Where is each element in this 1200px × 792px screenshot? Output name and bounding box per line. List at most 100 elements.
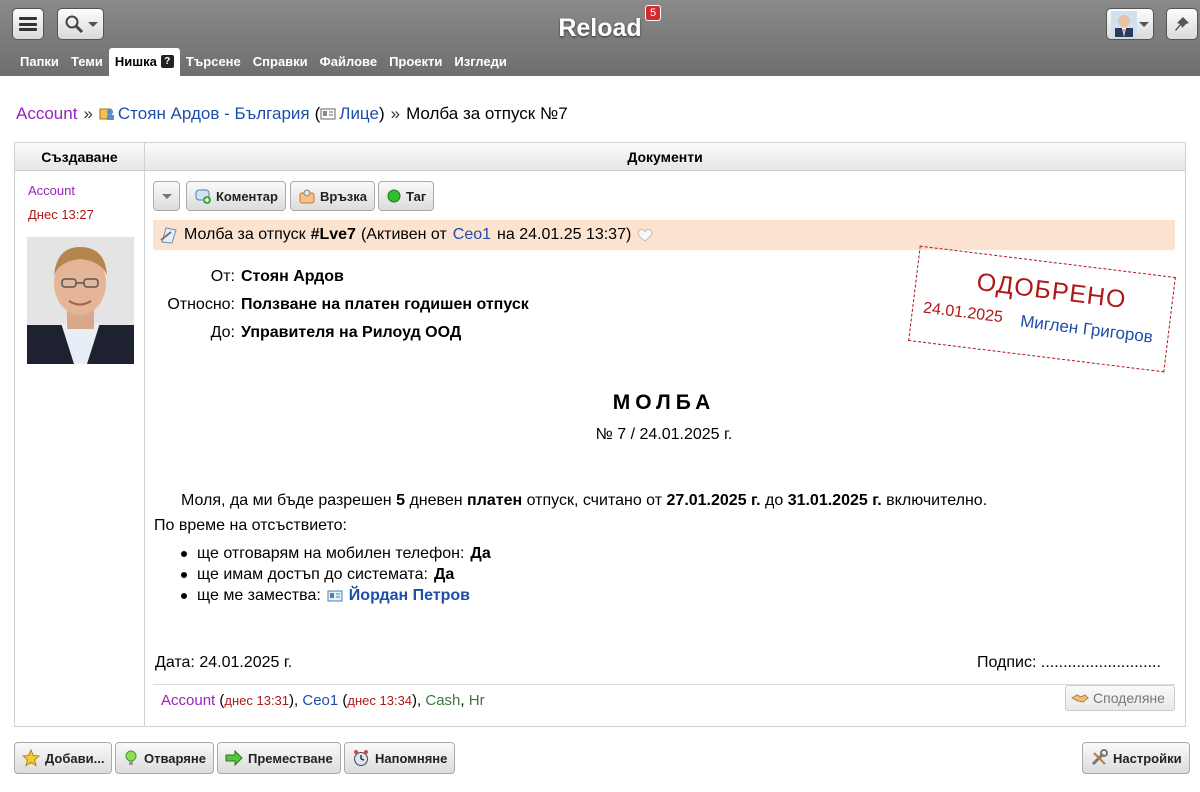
avatar <box>27 237 134 364</box>
creator-time: Днес 13:27 <box>28 207 94 222</box>
breadcrumb: Account » Стоян Ардов - България ( Лице … <box>16 104 568 124</box>
field-subject-value: Ползване на платен годишен отпуск <box>241 296 529 313</box>
tag-dot-icon <box>387 189 401 203</box>
tab-thread[interactable]: Нишка ? <box>108 48 180 76</box>
bullet-icon <box>181 550 187 557</box>
settings-button-label: Настройки <box>1113 750 1182 766</box>
breadcrumb-current: Молба за отпуск №7 <box>406 104 568 123</box>
body-text: Моля, да ми бъде разрешен <box>181 492 392 509</box>
breadcrumb-account[interactable]: Account <box>16 104 77 124</box>
comment-button[interactable]: Коментар <box>186 181 286 211</box>
divider <box>153 684 1175 685</box>
link-button[interactable]: Връзка <box>290 181 376 211</box>
tab-search[interactable]: Търсене <box>180 48 247 76</box>
more-actions-button[interactable] <box>153 181 180 211</box>
tab-folders[interactable]: Папки <box>14 48 65 76</box>
link-icon <box>299 189 315 204</box>
body-days: 5 <box>396 492 405 509</box>
absence-list: ще отговарям на мобилен телефон: Да ще и… <box>181 543 491 606</box>
document-number: № 7 / 24.01.2025 г. <box>595 426 733 443</box>
share-button[interactable]: Споделяне <box>1065 685 1175 711</box>
pin-button[interactable] <box>1166 8 1198 40</box>
message-header: Молба за отпуск #Lve7 (Активен от Ceo1 н… <box>153 220 1175 250</box>
breadcrumb-category[interactable]: Лице <box>339 104 379 124</box>
id-card-icon <box>327 590 343 601</box>
stamp-date: 24.01.2025 <box>922 299 1004 327</box>
substitute-link[interactable]: Йордан Петров <box>349 587 470 605</box>
tab-reports[interactable]: Справки <box>247 48 314 76</box>
message-user-link[interactable]: Ceo1 <box>453 226 491 244</box>
participant-ceo[interactable]: Ceo1 <box>302 692 338 709</box>
comment-icon <box>195 189 211 204</box>
heart-icon[interactable] <box>636 227 654 243</box>
message-status: (Активен от <box>360 226 447 243</box>
link-button-label: Връзка <box>320 188 368 204</box>
add-button-label: Добави... <box>45 750 105 766</box>
body-text: включително. <box>886 492 988 509</box>
bullet-icon <box>181 592 187 599</box>
add-button[interactable]: Добави... <box>14 742 113 774</box>
user-menu-button[interactable] <box>1106 8 1154 40</box>
participants: Account (днес 13:31), Ceo1 (днес 13:34),… <box>161 692 485 709</box>
move-button[interactable]: Преместване <box>217 742 341 774</box>
open-button[interactable]: Отваряне <box>115 742 214 774</box>
tab-projects[interactable]: Проекти <box>383 48 448 76</box>
list-item-value: Да <box>433 565 455 583</box>
comment-button-label: Коментар <box>216 188 278 204</box>
list-item: ще ме замества: Йордан Петров <box>181 585 491 606</box>
participant-time: днес 13:31 <box>224 693 290 708</box>
settings-tools-icon <box>1091 749 1108 766</box>
tab-views[interactable]: Изгледи <box>448 48 512 76</box>
move-button-label: Преместване <box>248 750 333 766</box>
column-header-created: Създаване <box>15 143 145 171</box>
list-item: ще отговарям на мобилен телефон: Да <box>181 543 491 564</box>
breadcrumb-separator: » <box>390 104 401 123</box>
settings-button[interactable]: Настройки <box>1082 742 1190 774</box>
breadcrumb-separator: » <box>83 104 93 123</box>
top-bar: Reload 5 Папки Теми Нишка ? Търсене Спра… <box>0 0 1200 76</box>
tag-button[interactable]: Таг <box>378 181 435 211</box>
body-text: отпуск, считано от <box>526 492 663 509</box>
participant-account[interactable]: Account <box>161 692 215 709</box>
document-signature: Подпис: ........................... <box>977 654 1161 671</box>
pin-icon <box>1175 17 1189 31</box>
breadcrumb-contact[interactable]: Стоян Ардов - България <box>118 104 310 124</box>
help-icon[interactable]: ? <box>160 55 174 68</box>
field-subject-label: Относно: <box>167 296 235 313</box>
list-item: ще имам достъп до системата: Да <box>181 564 491 585</box>
contact-icon <box>99 108 114 120</box>
message-title: Молба за отпуск <box>184 226 306 243</box>
open-button-label: Отваряне <box>144 750 206 766</box>
field-to-label: До: <box>210 324 235 341</box>
tag-hr[interactable]: Hr <box>469 692 485 709</box>
creator-name[interactable]: Account <box>28 183 75 198</box>
tab-topics[interactable]: Теми <box>65 48 109 76</box>
alarm-clock-icon <box>354 750 368 766</box>
field-from-label: От: <box>210 268 235 285</box>
list-item-text: ще имам достъп до системата: <box>197 565 428 583</box>
thread-panel: Създаване Документи Account Днес 13:27 К… <box>14 142 1186 727</box>
body-to-date: 31.01.2025 г. <box>787 492 882 509</box>
list-item-text: ще отговарям на мобилен телефон: <box>197 544 465 562</box>
body-text: дневен <box>409 492 463 509</box>
document-title: МОЛБА <box>612 391 716 414</box>
approval-stamp: ОДОБРЕНО 24.01.2025 Миглен Григоров <box>908 245 1176 373</box>
document-icon <box>160 227 177 244</box>
notification-badge[interactable]: 5 <box>645 5 662 21</box>
bullet-icon <box>181 571 187 578</box>
field-to: До: Управителя на Рилоуд ООД <box>157 324 462 342</box>
list-item-value: Да <box>470 544 491 562</box>
field-from-value: Стоян Ардов <box>241 268 344 285</box>
tag-cash[interactable]: Cash <box>425 692 460 709</box>
remind-button[interactable]: Напомняне <box>344 742 456 774</box>
tab-files[interactable]: Файлове <box>314 48 383 76</box>
star-icon <box>22 749 40 767</box>
message-date: на 24.01.25 13:37) <box>497 226 632 243</box>
body-paid: платен <box>467 492 523 509</box>
breadcrumb-paren-close: ) <box>378 104 385 123</box>
field-subject: Относно: Ползване на платен годишен отпус… <box>157 296 529 314</box>
app-title: Reload <box>558 14 642 42</box>
participant-time: днес 13:34 <box>347 693 413 708</box>
chevron-down-icon <box>1139 21 1149 27</box>
body-text: до <box>765 492 784 509</box>
